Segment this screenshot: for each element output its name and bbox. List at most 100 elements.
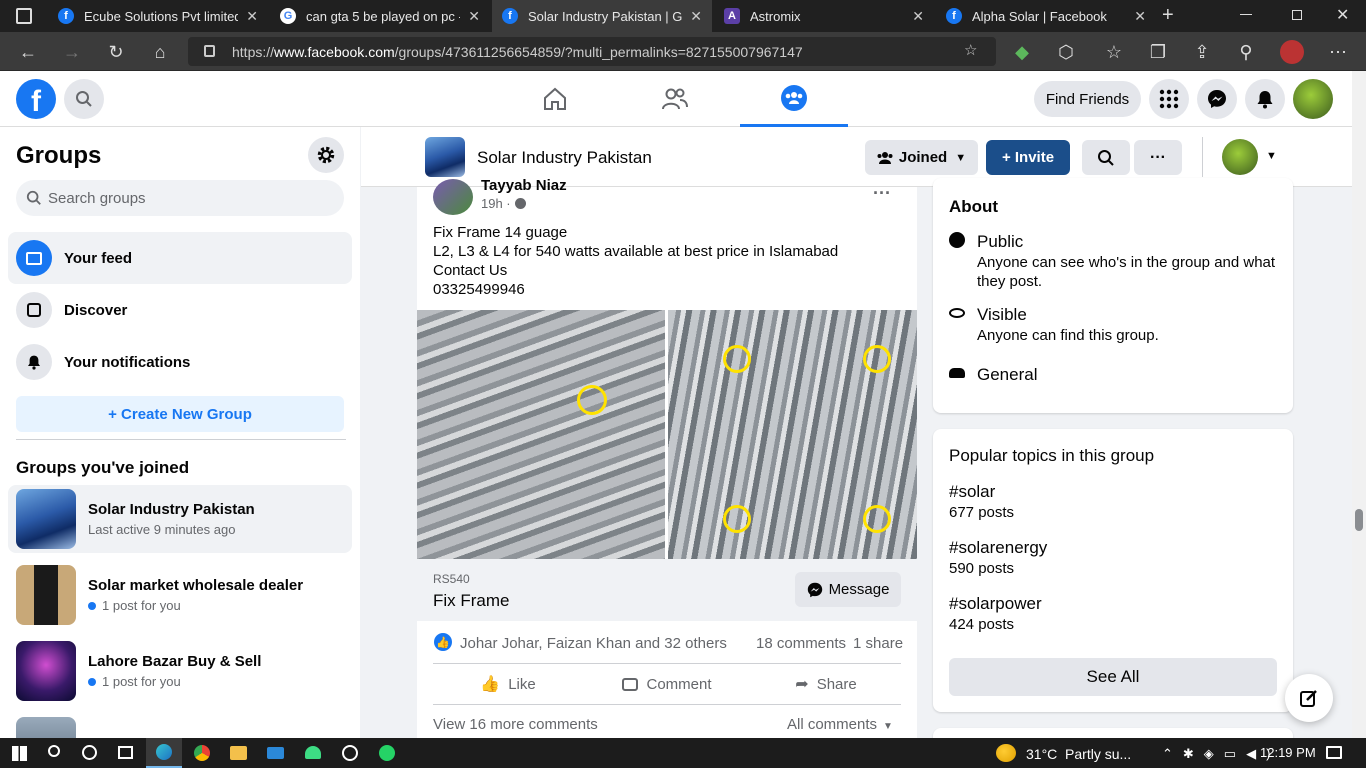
author-avatar[interactable] [433,179,473,215]
group-item-solar-industry[interactable]: Solar Industry Pakistan Last active 9 min… [8,485,352,553]
comments-count[interactable]: 18 comments [756,635,846,652]
groups-nav-tab[interactable] [740,71,848,127]
favorites-icon[interactable]: ☆ [1102,40,1126,64]
restore-icon[interactable] [1292,10,1302,20]
new-message-button[interactable] [1285,674,1333,722]
nav-your-feed[interactable]: Your feed [8,232,352,284]
tab-gta[interactable]: G can gta 5 be played on pc - G ✕ [270,0,490,32]
account-avatar[interactable] [1293,79,1333,119]
post-time[interactable]: 19h · [481,196,511,211]
nav-your-notifications[interactable]: Your notifications [8,336,352,388]
like-button[interactable]: 👍 Like [433,666,583,702]
topic-item[interactable]: #solarpower 424 posts [949,594,1042,633]
share-icon[interactable]: ⇪ [1190,40,1214,64]
chevron-down-icon[interactable]: ▼ [1266,150,1277,162]
joined-button[interactable]: Joined ▼ [865,140,978,175]
chrome-taskbar-icon[interactable] [194,745,210,761]
notifications-button[interactable] [1245,79,1285,119]
nav-discover[interactable]: Discover [8,284,352,336]
scrollbar-thumb[interactable] [1355,509,1363,531]
topic-item[interactable]: #solar 677 posts [949,482,1014,521]
collections-icon[interactable]: ❐ [1146,40,1170,64]
close-icon[interactable]: ✕ [468,8,480,25]
post-photo-1[interactable] [417,310,665,559]
message-button[interactable]: Message [795,572,901,607]
group-search-button[interactable] [1082,140,1130,175]
switch-profile-avatar[interactable] [1222,139,1258,175]
divider [433,663,901,664]
group-avatar[interactable] [425,137,465,177]
sidebar-title: Groups [16,142,102,169]
view-more-comments-link[interactable]: View 16 more comments [433,716,598,733]
home-icon[interactable]: ⌂ [148,40,172,64]
page-scrollbar[interactable] [1352,71,1366,738]
tab-solar-industry[interactable]: f Solar Industry Pakistan | Grou ✕ [492,0,712,32]
add-favorite-icon[interactable]: ☆ [964,41,977,59]
tab-alpha-solar[interactable]: f Alpha Solar | Facebook ✕ [936,0,1156,32]
mail-icon[interactable] [267,747,284,759]
android-studio-icon[interactable] [305,746,321,759]
listing-title[interactable]: Fix Frame [433,591,510,611]
create-group-button[interactable]: + Create New Group [16,396,344,432]
more-icon[interactable]: ⋯ [1326,40,1350,64]
find-friends-button[interactable]: Find Friends [1034,81,1141,117]
forward-icon[interactable]: → [60,40,84,64]
group-item-lahore-bazar[interactable]: Lahore Bazar Buy & Sell 1 post for you [8,637,352,705]
file-explorer-icon[interactable] [230,746,247,760]
author-name[interactable]: Tayyab Niaz [481,177,567,194]
extension-icon[interactable]: ◆ [1010,40,1034,64]
tab-astromix[interactable]: A Astromix ✕ [714,0,934,32]
chevron-down-icon: ▼ [955,151,967,164]
performance-icon[interactable]: ⚲ [1234,40,1258,64]
cortana-icon[interactable] [82,745,97,760]
close-icon[interactable]: ✕ [912,8,924,25]
messenger-button[interactable] [1197,79,1237,119]
shares-count[interactable]: 1 share [853,635,903,652]
public-description: Anyone can see who's in the group and wh… [977,254,1276,290]
menu-button[interactable] [1149,79,1189,119]
extensions-icon[interactable]: ⬡ [1054,40,1078,64]
new-tab-icon[interactable]: + [1162,4,1174,27]
group-item-partial[interactable] [8,713,352,738]
minimize-icon[interactable] [1240,14,1252,15]
task-view-icon[interactable] [118,746,133,759]
notification-center-icon[interactable] [1326,746,1342,759]
post-photo-2[interactable] [668,310,917,559]
tab-actions-icon[interactable] [16,8,32,24]
tab-ecube[interactable]: f Ecube Solutions Pvt limited | ✕ [48,0,268,32]
close-icon[interactable]: ✕ [246,8,258,25]
post-options-icon[interactable]: ··· [873,183,891,204]
topic-item[interactable]: #solarenergy 590 posts [949,538,1047,577]
facebook-logo[interactable]: f [16,79,56,119]
profile-avatar[interactable] [1280,40,1304,64]
comment-button[interactable]: Comment [592,666,742,702]
share-button[interactable]: ➦ Share [751,666,901,702]
settings-button[interactable] [308,137,344,173]
group-title[interactable]: Solar Industry Pakistan [477,148,652,168]
edge-taskbar-icon[interactable] [146,738,182,768]
group-item-solar-market[interactable]: Solar market wholesale dealer 1 post for … [8,561,352,629]
group-more-button[interactable]: ··· [1134,140,1182,175]
like-reaction-icon[interactable]: 👍 [434,633,452,651]
refresh-icon[interactable]: ↻ [104,40,128,64]
search-icon[interactable] [48,745,60,757]
see-all-button[interactable]: See All [949,658,1277,696]
windows-start-icon[interactable] [12,746,27,761]
whatsapp-icon[interactable] [379,745,395,761]
search-button[interactable] [64,79,104,119]
clock[interactable]: 12:19 PM [1260,745,1316,760]
close-window-icon[interactable]: ✕ [1336,5,1349,25]
search-groups-input[interactable]: Search groups [16,180,344,216]
back-icon[interactable]: ← [16,40,40,64]
invite-button[interactable]: + Invite [986,140,1070,175]
weather-text[interactable]: 31°C Partly su... [1026,746,1131,762]
url-input[interactable]: https://www.facebook.com/groups/47361125… [188,37,996,66]
reactions-summary[interactable]: Johar Johar, Faizan Khan and 32 others [460,635,727,652]
app-taskbar-icon[interactable] [342,745,358,761]
close-icon[interactable]: ✕ [1134,8,1146,25]
friends-nav-tab[interactable] [620,71,730,127]
home-nav-tab[interactable] [500,71,610,127]
lock-icon [204,45,215,57]
all-comments-dropdown[interactable]: All comments ▼ [787,716,893,733]
close-icon[interactable]: ✕ [690,8,702,25]
